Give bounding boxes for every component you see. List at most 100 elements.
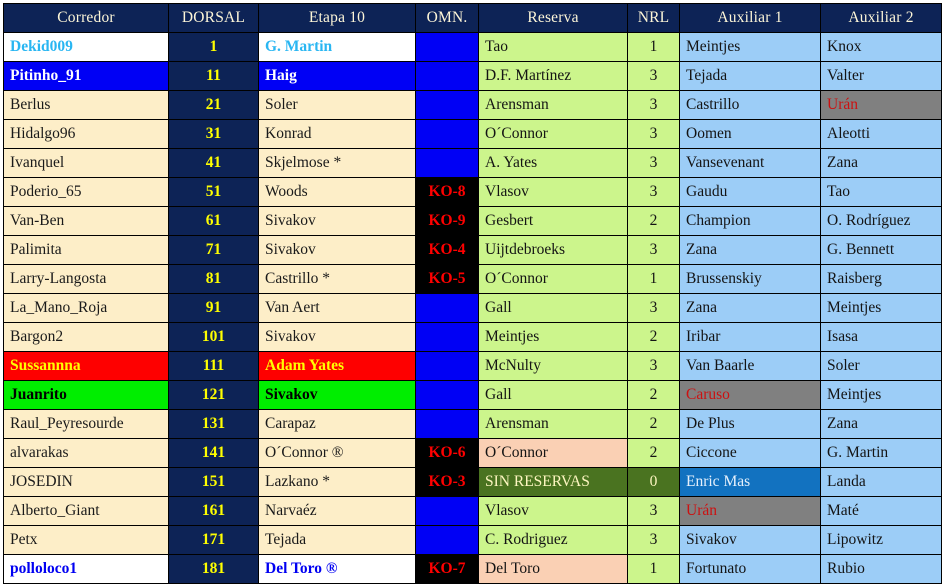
cell-aux1[interactable]: Meintjes — [679, 32, 821, 62]
cell-corredor[interactable]: Raul_Peyresourde — [3, 409, 169, 439]
cell-aux2[interactable]: Maté — [820, 496, 942, 526]
cell-dorsal[interactable]: 91 — [168, 293, 259, 323]
cell-aux1[interactable]: Sivakov — [679, 525, 821, 555]
column-header-etapa[interactable]: Etapa 10 — [258, 3, 416, 33]
cell-etapa[interactable]: O´Connor ® — [258, 438, 416, 468]
cell-corredor[interactable]: Pitinho_91 — [3, 61, 169, 91]
table-row[interactable]: Van-Ben 61 Sivakov KO-9 Gesbert 2 Champion O. R… — [3, 206, 942, 236]
cell-omn[interactable] — [415, 380, 479, 410]
cell-reserva[interactable]: Uijtdebroeks — [478, 235, 628, 265]
cell-aux2[interactable]: Meintjes — [820, 380, 942, 410]
cell-omn[interactable] — [415, 90, 479, 120]
cell-nrl[interactable]: 3 — [627, 293, 680, 323]
cell-corredor[interactable]: Larry-Langosta — [3, 264, 169, 294]
cell-dorsal[interactable]: 31 — [168, 119, 259, 149]
cell-aux2[interactable]: Rubio — [820, 554, 942, 584]
cell-aux2[interactable]: Valter — [820, 61, 942, 91]
cell-omn[interactable] — [415, 119, 479, 149]
cell-etapa[interactable]: Sivakov — [258, 380, 416, 410]
cell-etapa[interactable]: Van Aert — [258, 293, 416, 323]
cell-aux2[interactable]: O. Rodríguez — [820, 206, 942, 236]
cell-aux2[interactable]: Raisberg — [820, 264, 942, 294]
cell-etapa[interactable]: Carapaz — [258, 409, 416, 439]
cell-etapa[interactable]: Adam Yates — [258, 351, 416, 381]
cell-dorsal[interactable]: 81 — [168, 264, 259, 294]
table-row[interactable]: Palimita 71 Sivakov KO-4 Uijtdebroeks 3 Zana G.… — [3, 235, 942, 265]
cell-reserva[interactable]: Arensman — [478, 409, 628, 439]
cell-corredor[interactable]: La_Mano_Roja — [3, 293, 169, 323]
cell-reserva[interactable]: Gall — [478, 380, 628, 410]
cell-reserva[interactable]: O´Connor — [478, 119, 628, 149]
table-row[interactable]: polloloco1 181 Del Toro ® KO-7 Del Toro 1 Fort… — [3, 554, 942, 584]
column-header-omn[interactable]: OMN. — [415, 3, 479, 33]
cell-etapa[interactable]: Castrillo * — [258, 264, 416, 294]
cell-reserva[interactable]: Gall — [478, 293, 628, 323]
cell-nrl[interactable]: 3 — [627, 235, 680, 265]
cell-aux1[interactable]: Ciccone — [679, 438, 821, 468]
cell-dorsal[interactable]: 71 — [168, 235, 259, 265]
cell-corredor[interactable]: Sussannna — [3, 351, 169, 381]
cell-etapa[interactable]: Del Toro ® — [258, 554, 416, 584]
cell-etapa[interactable]: Sivakov — [258, 322, 416, 352]
cell-corredor[interactable]: Ivanquel — [3, 148, 169, 178]
column-header-auxiliar1[interactable]: Auxiliar 1 — [679, 3, 821, 33]
cell-nrl[interactable]: 3 — [627, 61, 680, 91]
cell-aux2[interactable]: Aleotti — [820, 119, 942, 149]
table-row[interactable]: Ivanquel 41 Skjelmose * A. Yates 3 Vansevenan… — [3, 148, 942, 178]
cell-nrl[interactable]: 2 — [627, 380, 680, 410]
cell-corredor[interactable]: Poderio_65 — [3, 177, 169, 207]
cell-nrl[interactable]: 3 — [627, 351, 680, 381]
cell-etapa[interactable]: Woods — [258, 177, 416, 207]
cell-etapa[interactable]: Narvaéz — [258, 496, 416, 526]
cell-omn[interactable]: KO-3 — [415, 467, 479, 497]
cell-dorsal[interactable]: 141 — [168, 438, 259, 468]
cell-reserva[interactable]: A. Yates — [478, 148, 628, 178]
cell-aux2[interactable]: Knox — [820, 32, 942, 62]
cell-nrl[interactable]: 1 — [627, 554, 680, 584]
cell-omn[interactable]: KO-6 — [415, 438, 479, 468]
cell-nrl[interactable]: 1 — [627, 264, 680, 294]
cell-aux1[interactable]: Fortunato — [679, 554, 821, 584]
cell-corredor[interactable]: Dekid009 — [3, 32, 169, 62]
cell-dorsal[interactable]: 51 — [168, 177, 259, 207]
cell-corredor[interactable]: Van-Ben — [3, 206, 169, 236]
cell-corredor[interactable]: Juanrito — [3, 380, 169, 410]
cell-aux2[interactable]: G. Bennett — [820, 235, 942, 265]
cell-etapa[interactable]: Konrad — [258, 119, 416, 149]
cell-corredor[interactable]: JOSEDIN — [3, 467, 169, 497]
cell-reserva[interactable]: SIN RESERVAS — [478, 467, 628, 497]
cell-omn[interactable] — [415, 409, 479, 439]
cell-aux2[interactable]: Soler — [820, 351, 942, 381]
column-header-nrl[interactable]: NRL — [627, 3, 680, 33]
cell-etapa[interactable]: Haig — [258, 61, 416, 91]
cell-dorsal[interactable]: 171 — [168, 525, 259, 555]
cell-aux1[interactable]: Zana — [679, 293, 821, 323]
cell-corredor[interactable]: Bargon2 — [3, 322, 169, 352]
cell-dorsal[interactable]: 41 — [168, 148, 259, 178]
cell-aux2[interactable]: Zana — [820, 409, 942, 439]
cell-aux1[interactable]: Tejada — [679, 61, 821, 91]
cell-omn[interactable]: KO-8 — [415, 177, 479, 207]
table-row[interactable]: Alberto_Giant 161 Narvaéz Vlasov 3 Urán Maté — [3, 496, 942, 526]
cell-nrl[interactable]: 3 — [627, 525, 680, 555]
cell-nrl[interactable]: 2 — [627, 438, 680, 468]
cell-reserva[interactable]: O´Connor — [478, 438, 628, 468]
cell-reserva[interactable]: Vlasov — [478, 177, 628, 207]
cell-dorsal[interactable]: 111 — [168, 351, 259, 381]
cell-nrl[interactable]: 3 — [627, 119, 680, 149]
cell-aux2[interactable]: Meintjes — [820, 293, 942, 323]
cell-etapa[interactable]: G. Martin — [258, 32, 416, 62]
column-header-corredor[interactable]: Corredor — [3, 3, 169, 33]
table-row[interactable]: Pitinho_91 11 Haig D.F. Martínez 3 Tejada Valt… — [3, 61, 942, 91]
cell-nrl[interactable]: 1 — [627, 32, 680, 62]
cell-dorsal[interactable]: 21 — [168, 90, 259, 120]
cell-dorsal[interactable]: 11 — [168, 61, 259, 91]
cell-aux1[interactable]: Caruso — [679, 380, 821, 410]
cell-reserva[interactable]: Gesbert — [478, 206, 628, 236]
cell-omn[interactable] — [415, 293, 479, 323]
cell-nrl[interactable]: 3 — [627, 177, 680, 207]
table-row[interactable]: Berlus 21 Soler Arensman 3 Castrillo Urán — [3, 90, 942, 120]
cell-corredor[interactable]: Alberto_Giant — [3, 496, 169, 526]
cell-omn[interactable]: KO-9 — [415, 206, 479, 236]
table-row[interactable]: Petx 171 Tejada C. Rodriguez 3 Sivakov Lipowit… — [3, 525, 942, 555]
